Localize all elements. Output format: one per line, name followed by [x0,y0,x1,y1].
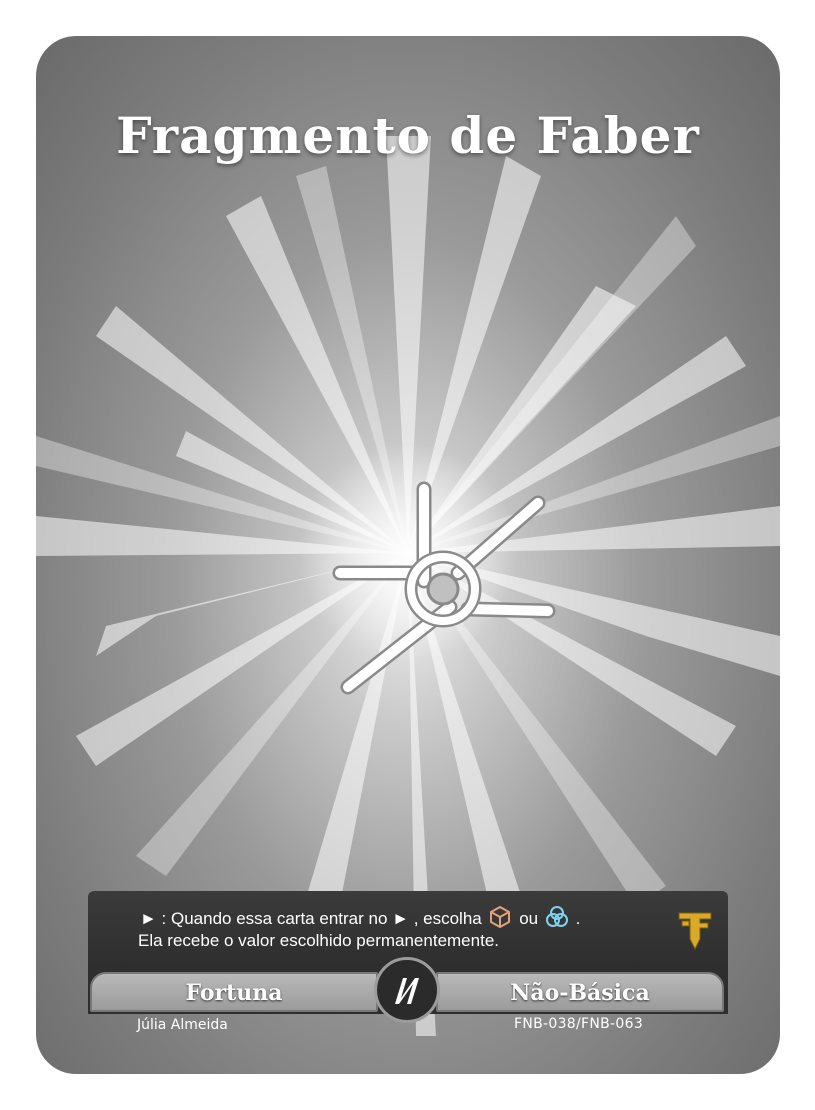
faber-logo-icon [678,912,712,951]
card-type-right: Não-Básica [436,972,724,1012]
rules-line-1: ► : Quando essa carta entrar no ► , esco… [140,905,660,930]
card-title: Fragmento de Faber [116,106,700,165]
slash-emblem-icon [395,978,419,1004]
card-type-left: Fortuna [90,972,378,1012]
set-emblem [374,957,440,1023]
rules-text-box: ► : Quando essa carta entrar no ► , esco… [88,891,728,967]
rules-line-2: Ela recebe o valor escolhido permanentem… [138,931,499,950]
rules-segment-4: . [575,909,581,928]
collector-number: FNB-038/FNB-063 [514,1016,644,1032]
artist-credit: Júlia Almeida [137,1017,228,1033]
rules-segment-1: ► : Quando essa carta entrar no [140,909,388,928]
rules-segment-2: ► , escolha [392,909,482,928]
rules-text: ► : Quando essa carta entrar no ► , esco… [138,905,660,952]
compass-cross-icon [332,481,556,695]
three-circles-icon [545,906,568,927]
cube-icon [490,906,511,928]
rules-segment-3: ou [519,909,539,928]
